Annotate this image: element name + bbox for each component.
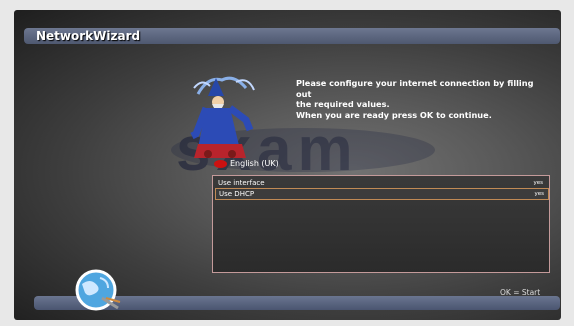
language-label: English (UK)	[230, 159, 279, 168]
list-item-use-dhcp[interactable]: Use DHCP yes	[215, 188, 549, 200]
ok-start-hint: OK = Start	[500, 288, 541, 297]
settings-list[interactable]: Use interface yes Use DHCP yes	[212, 175, 550, 273]
list-item-value: yes	[534, 191, 544, 197]
instructions-line-3: When you are ready press OK to continue.	[296, 109, 492, 120]
instructions-text: Please configure your internet connectio…	[296, 78, 546, 120]
language-selector[interactable]: English (UK)	[214, 159, 279, 168]
wizard-mascot-icon	[190, 76, 255, 158]
title-bar: NetworkWizard	[24, 28, 560, 44]
instructions-line-1: Please configure your internet connectio…	[296, 78, 534, 99]
network-globe-icon	[75, 269, 121, 311]
uk-flag-icon	[214, 159, 227, 168]
list-item-label: Use interface	[218, 179, 265, 187]
instructions-line-2: the required values.	[296, 99, 390, 109]
list-item-value: yes	[533, 180, 543, 186]
window-title: NetworkWizard	[36, 29, 141, 43]
list-item-label: Use DHCP	[219, 190, 255, 198]
list-item-use-interface[interactable]: Use interface yes	[215, 178, 547, 188]
